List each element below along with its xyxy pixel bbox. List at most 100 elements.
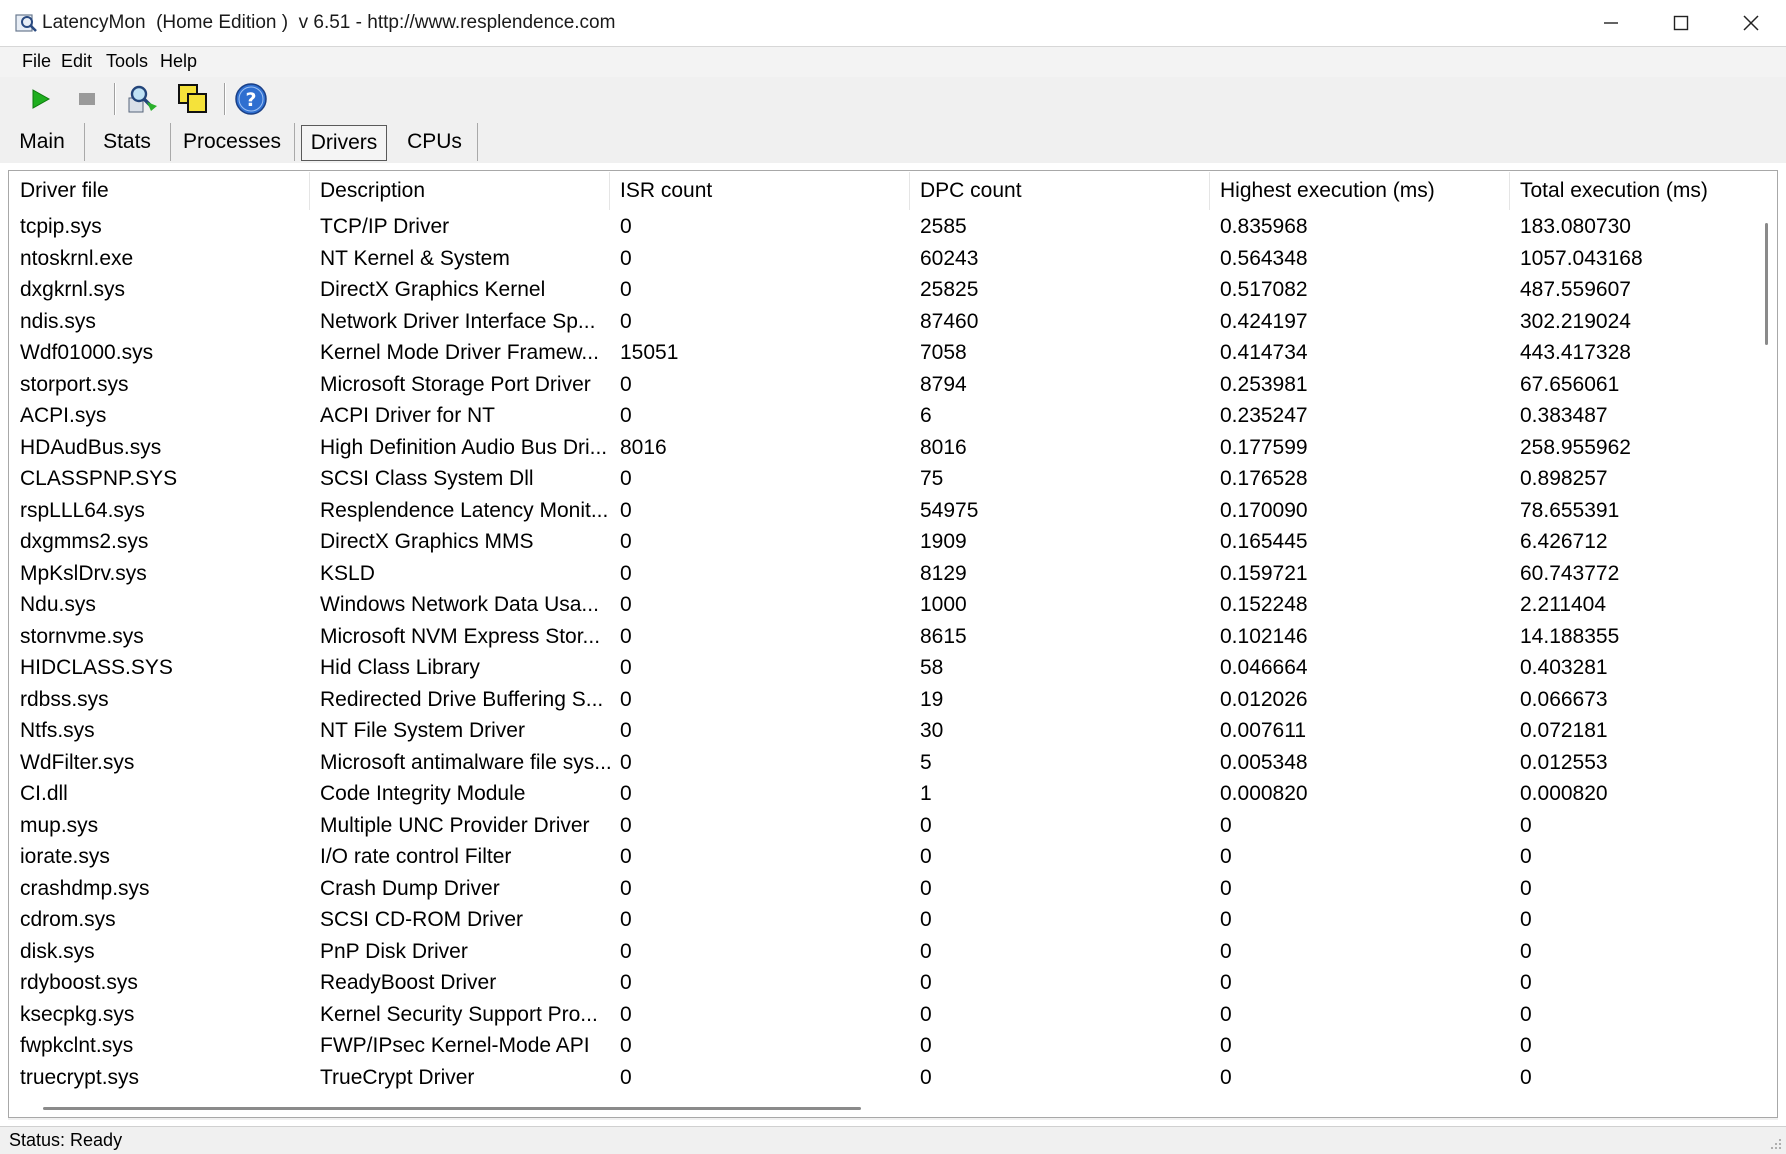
table-row[interactable]: crashdmp.sys Crash Dump Driver 0 0 0 0 — [10, 873, 1762, 905]
maximize-button[interactable] — [1646, 0, 1716, 46]
table-row[interactable]: dxgmms2.sys DirectX Graphics MMS 0 1909 0.16… — [10, 526, 1762, 558]
total-execution-cell: 302.219024 — [1520, 309, 1631, 333]
table-row[interactable]: storport.sys Microsoft Storage Port Drive… — [10, 369, 1762, 401]
start-button[interactable] — [22, 81, 58, 117]
table-row[interactable]: rspLLL64.sys Resplendence Latency Monit..… — [10, 495, 1762, 527]
description-cell: High Definition Audio Bus Dri... — [320, 435, 608, 459]
tab-bar: Main Stats Processes Drivers CPUs — [0, 123, 1786, 163]
table-row[interactable]: iorate.sys I/O rate control Filter 0 0 0 0 — [10, 841, 1762, 873]
description-cell: Kernel Security Support Pro... — [320, 1002, 598, 1026]
stop-button[interactable] — [69, 81, 105, 117]
menu-tools[interactable]: Tools — [106, 51, 148, 72]
column-header-driver-file[interactable]: Driver file — [10, 172, 310, 210]
driver-file-cell: rdyboost.sys — [20, 971, 138, 994]
windows-icon — [178, 84, 207, 113]
table-row[interactable]: rdbss.sys Redirected Drive Buffering S...… — [10, 684, 1762, 716]
total-execution-cell: 0 — [1520, 876, 1532, 900]
table-row[interactable]: ACPI.sys ACPI Driver for NT 0 6 0.235247 0.38… — [10, 400, 1762, 432]
tab-drivers[interactable]: Drivers — [301, 125, 387, 161]
table-row[interactable]: tcpip.sys TCP/IP Driver 0 2585 0.835968 183.0… — [10, 211, 1762, 243]
total-execution-cell: 1057.043168 — [1520, 246, 1643, 270]
total-execution-cell: 183.080730 — [1520, 215, 1631, 238]
highest-execution-cell: 0 — [1220, 908, 1232, 931]
windows-button[interactable] — [175, 81, 211, 117]
table-row[interactable]: HDAudBus.sys High Definition Audio Bus Dr… — [10, 432, 1762, 464]
driver-file-cell: iorate.sys — [20, 845, 110, 868]
highest-execution-cell: 0.177599 — [1220, 435, 1308, 459]
table-row[interactable]: HIDCLASS.SYS Hid Class Library 0 58 0.046664… — [10, 652, 1762, 684]
table-row[interactable]: truecrypt.sys TrueCrypt Driver 0 0 0 0 — [10, 1062, 1762, 1094]
dpc-count-cell: 7058 — [920, 341, 967, 364]
table-row[interactable]: stornvme.sys Microsoft NVM Express Stor..… — [10, 621, 1762, 653]
close-button[interactable] — [1716, 0, 1786, 46]
menu-bar: File Edit Tools Help — [0, 46, 1786, 78]
table-row[interactable]: ntoskrnl.exe NT Kernel & System 0 60243 0.56… — [10, 243, 1762, 275]
table-row[interactable]: Wdf01000.sys Kernel Mode Driver Framew...… — [10, 337, 1762, 369]
minimize-button[interactable] — [1576, 0, 1646, 46]
table-row[interactable]: ksecpkg.sys Kernel Security Support Pro..… — [10, 999, 1762, 1031]
highest-execution-cell: 0 — [1220, 1002, 1232, 1026]
total-execution-cell: 443.417328 — [1520, 341, 1631, 364]
table-row[interactable]: dxgkrnl.sys DirectX Graphics Kernel 0 25825… — [10, 274, 1762, 306]
total-execution-cell: 78.655391 — [1520, 498, 1620, 522]
menu-edit[interactable]: Edit — [61, 51, 92, 72]
highest-execution-cell: 0.517082 — [1220, 278, 1308, 301]
horizontal-scrollbar[interactable] — [19, 1101, 1759, 1115]
tab-stats[interactable]: Stats — [84, 123, 171, 161]
highest-execution-cell: 0.253981 — [1220, 372, 1308, 396]
horizontal-scroll-thumb[interactable] — [43, 1107, 861, 1110]
description-cell: Windows Network Data Usa... — [320, 593, 599, 616]
column-header-highest-execution[interactable]: Highest execution (ms) — [1210, 172, 1510, 210]
description-cell: NT Kernel & System — [320, 246, 510, 270]
drivers-list[interactable]: Driver file Description ISR count DPC co… — [8, 170, 1778, 1118]
column-header-description[interactable]: Description — [310, 172, 610, 210]
driver-file-cell: rdbss.sys — [20, 687, 109, 711]
menu-file[interactable]: File — [22, 51, 51, 72]
table-row[interactable]: fwpkclnt.sys FWP/IPsec Kernel-Mode API 0 0 0… — [10, 1030, 1762, 1062]
table-row[interactable]: MpKslDrv.sys KSLD 0 8129 0.159721 60.743772 — [10, 558, 1762, 590]
driver-file-cell: ksecpkg.sys — [20, 1002, 135, 1026]
tab-main[interactable]: Main — [0, 123, 85, 161]
column-header-total-execution[interactable]: Total execution (ms) — [1510, 172, 1764, 210]
description-cell: Crash Dump Driver — [320, 876, 500, 900]
list-header: Driver file Description ISR count DPC co… — [10, 172, 1764, 210]
dpc-count-cell: 0 — [920, 813, 932, 837]
dpc-count-cell: 60243 — [920, 246, 979, 270]
table-row[interactable]: disk.sys PnP Disk Driver 0 0 0 0 — [10, 936, 1762, 968]
column-header-isr-count[interactable]: ISR count — [610, 172, 910, 210]
vertical-scrollbar[interactable] — [1761, 213, 1771, 1093]
highest-execution-cell: 0.152248 — [1220, 593, 1308, 616]
help-button[interactable]: ? — [233, 81, 269, 117]
total-execution-cell: 6.426712 — [1520, 530, 1608, 553]
isr-count-cell: 0 — [620, 876, 632, 900]
tab-cpus[interactable]: CPUs — [392, 123, 478, 161]
column-header-dpc-count[interactable]: DPC count — [910, 172, 1210, 210]
isr-count-cell: 0 — [620, 624, 632, 648]
table-row[interactable]: WdFilter.sys Microsoft antimalware file s… — [10, 747, 1762, 779]
description-cell: ACPI Driver for NT — [320, 404, 496, 427]
description-cell: FWP/IPsec Kernel-Mode API — [320, 1034, 590, 1057]
dpc-count-cell: 6 — [920, 404, 932, 427]
highest-execution-cell: 0 — [1220, 845, 1232, 868]
menu-help[interactable]: Help — [160, 51, 197, 72]
table-row[interactable]: ndis.sys Network Driver Interface Sp... 0 8… — [10, 306, 1762, 338]
total-execution-cell: 0 — [1520, 971, 1532, 994]
table-row[interactable]: rdyboost.sys ReadyBoost Driver 0 0 0 0 — [10, 967, 1762, 999]
table-row[interactable]: Ntfs.sys NT File System Driver 0 30 0.007611… — [10, 715, 1762, 747]
description-cell: SCSI Class System Dll — [320, 467, 534, 490]
table-row[interactable]: cdrom.sys SCSI CD-ROM Driver 0 0 0 0 — [10, 904, 1762, 936]
table-row[interactable]: Ndu.sys Windows Network Data Usa... 0 1000 0… — [10, 589, 1762, 621]
vertical-scroll-thumb[interactable] — [1765, 223, 1768, 345]
driver-file-cell: Wdf01000.sys — [20, 341, 154, 364]
table-row[interactable]: CI.dll Code Integrity Module 0 1 0.000820 0.0… — [10, 778, 1762, 810]
driver-file-cell: rspLLL64.sys — [20, 498, 145, 522]
driver-file-cell: disk.sys — [20, 939, 95, 963]
analyze-button[interactable] — [124, 81, 160, 117]
resize-grip-icon[interactable] — [1768, 1136, 1782, 1150]
table-row[interactable]: mup.sys Multiple UNC Provider Driver 0 0 0 0 — [10, 810, 1762, 842]
highest-execution-cell: 0 — [1220, 1034, 1232, 1057]
table-row[interactable]: CLASSPNP.SYS SCSI Class System Dll 0 75 0.17… — [10, 463, 1762, 495]
isr-count-cell: 0 — [620, 750, 632, 774]
tab-processes[interactable]: Processes — [170, 123, 295, 161]
highest-execution-cell: 0.159721 — [1220, 561, 1308, 585]
